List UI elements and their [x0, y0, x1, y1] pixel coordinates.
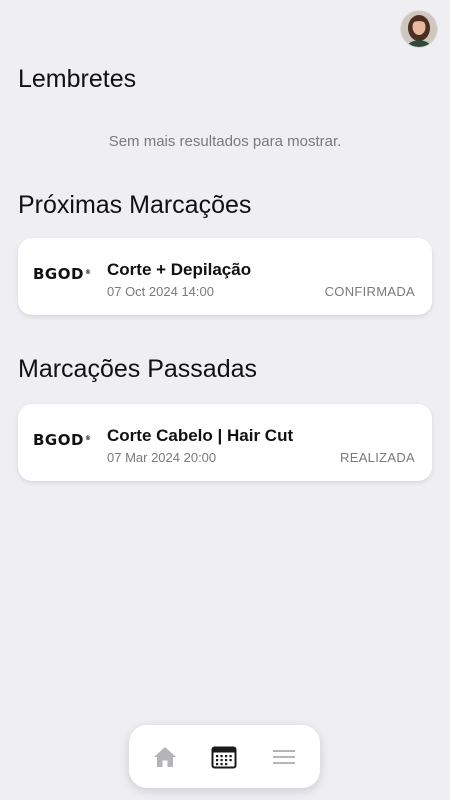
home-icon [153, 746, 176, 767]
calendar-icon [211, 746, 237, 768]
upcoming-appointments-title: Próximas Marcações [18, 191, 252, 219]
appointment-status: REALIZADA [340, 450, 415, 465]
reminders-empty-message: Sem mais resultados para mostrar. [108, 133, 342, 150]
barbershop-logo: BGOD® [33, 265, 91, 283]
past-appointments-title: Marcações Passadas [18, 355, 258, 383]
user-avatar[interactable] [401, 11, 437, 47]
reminders-title: Lembretes [18, 65, 137, 93]
bottom-navigation [129, 725, 320, 788]
logo-text: BGOD [33, 431, 84, 449]
barbershop-logo: BGOD® [33, 431, 91, 449]
upcoming-appointment-card[interactable]: BGOD® Corte + Depilação 07 Oct 2024 14:0… [18, 238, 432, 315]
appointment-service: Corte Cabelo | Hair Cut [107, 426, 294, 445]
appointment-datetime: 07 Oct 2024 14:00 [107, 284, 214, 299]
menu-icon [273, 749, 296, 764]
nav-calendar-button[interactable] [200, 733, 248, 781]
appointment-status: CONFIRMADA [324, 284, 415, 299]
appointment-service: Corte + Depilação [107, 260, 252, 279]
nav-menu-button[interactable] [260, 733, 308, 781]
avatar-icon [401, 11, 437, 47]
logo-mark: ® [84, 269, 92, 276]
logo-mark: ® [84, 435, 92, 442]
nav-home-button[interactable] [141, 733, 189, 781]
appointment-datetime: 07 Mar 2024 20:00 [107, 450, 217, 465]
past-appointment-card[interactable]: BGOD® Corte Cabelo | Hair Cut 07 Mar 202… [18, 404, 432, 481]
logo-text: BGOD [33, 265, 84, 283]
